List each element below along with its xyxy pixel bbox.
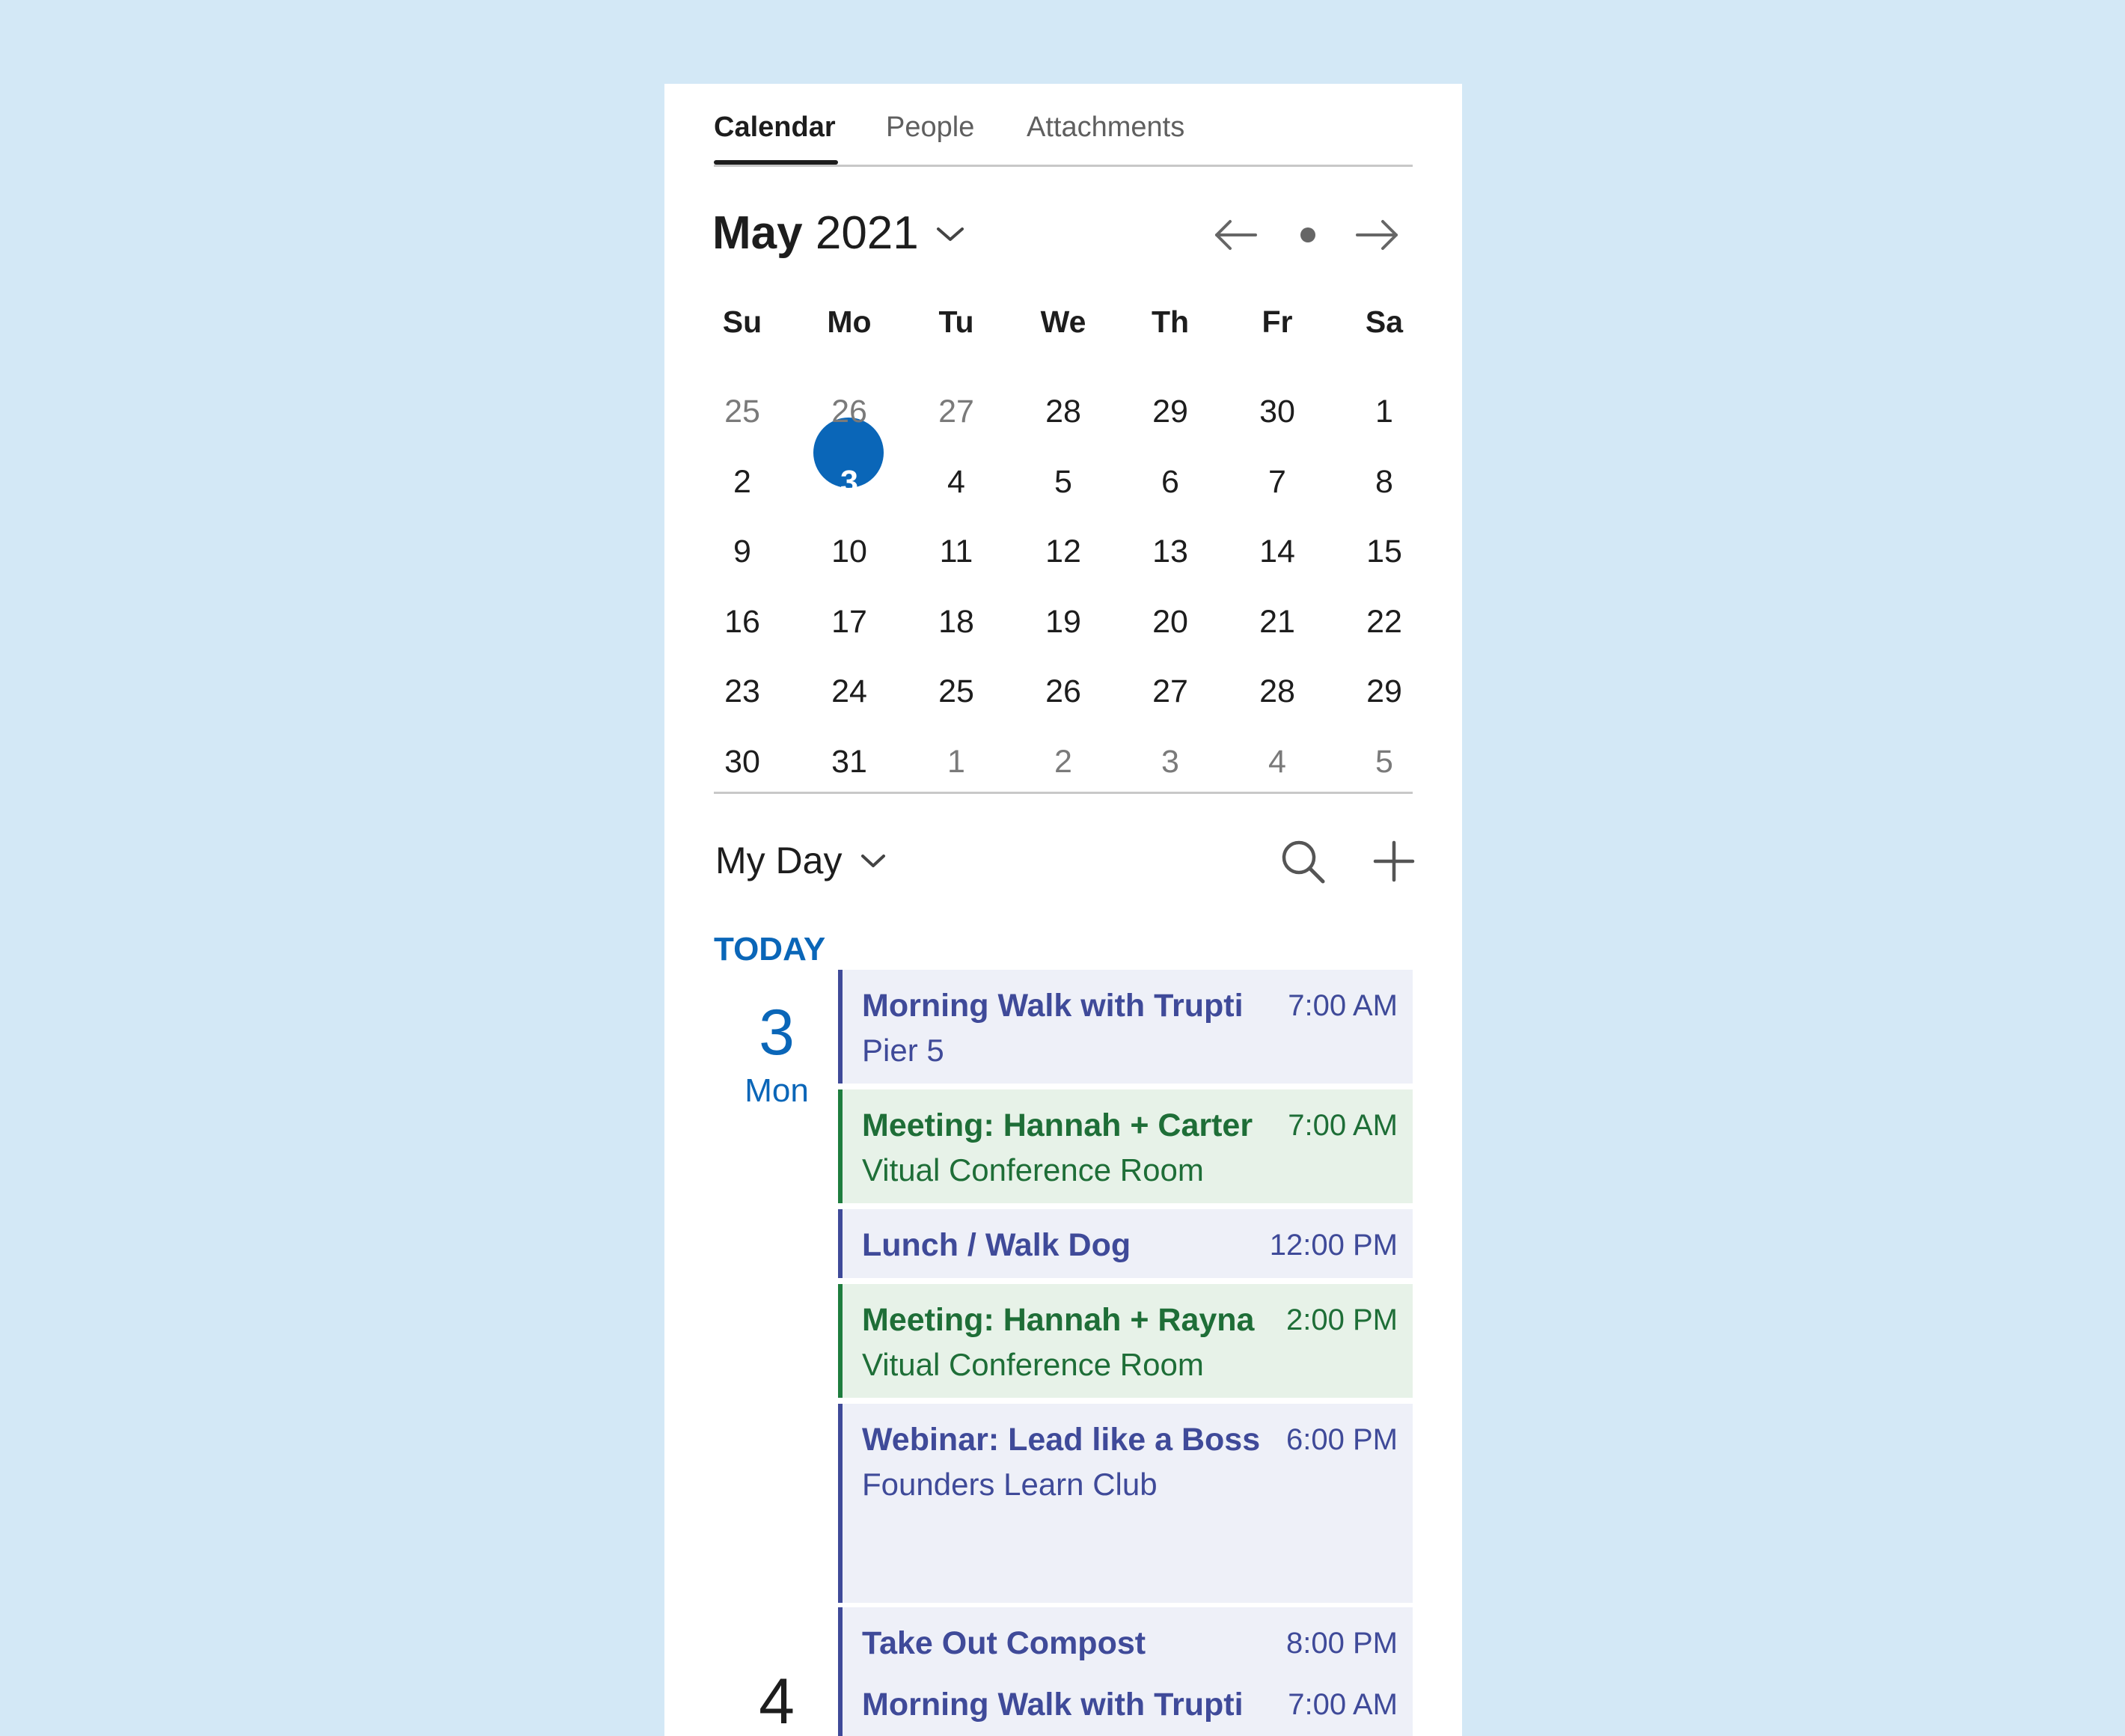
chevron-down-icon[interactable] — [934, 223, 967, 245]
event-title: Meeting: Hannah + Rayna — [862, 1302, 1255, 1338]
day-cell[interactable]: 13 — [1125, 522, 1215, 581]
month-selector[interactable]: May 2021 — [712, 204, 919, 263]
day-cell[interactable]: 7 — [1232, 452, 1322, 512]
day-cell[interactable]: 27 — [911, 382, 1001, 441]
day-cell[interactable]: 2 — [697, 452, 787, 512]
plus-icon[interactable] — [1368, 835, 1420, 887]
dot-icon[interactable] — [1300, 227, 1315, 242]
day-cell[interactable]: 21 — [1232, 592, 1322, 652]
event-time: 12:00 PM — [1269, 1229, 1398, 1262]
event-card[interactable]: Meeting: Hannah + Carter 7:00 AM Vitual … — [838, 1089, 1413, 1203]
day-cell[interactable]: 30 — [697, 732, 787, 792]
day-cell[interactable]: 25 — [697, 382, 787, 441]
event-card[interactable]: Meeting: Hannah + Rayna 2:00 PM Vitual C… — [838, 1284, 1413, 1398]
day-cell[interactable]: 31 — [804, 732, 894, 792]
day-cell[interactable]: 9 — [697, 522, 787, 581]
weekday-header: Su — [722, 305, 762, 339]
day-cell[interactable]: 24 — [804, 661, 894, 721]
day-cell[interactable]: 22 — [1339, 592, 1429, 652]
day-cell[interactable]: 29 — [1125, 382, 1215, 441]
weekday-header: Tu — [938, 305, 974, 339]
day-cell[interactable]: 5 — [1339, 732, 1429, 792]
arrow-right-icon[interactable] — [1353, 211, 1401, 259]
tabs-divider — [714, 165, 1413, 167]
day-cell[interactable]: 4 — [911, 452, 1001, 512]
tab-people[interactable]: People — [886, 106, 974, 148]
event-time: 7:00 AM — [1288, 1109, 1398, 1142]
day-cell[interactable]: 16 — [697, 592, 787, 652]
event-card[interactable]: Lunch / Walk Dog 12:00 PM — [838, 1209, 1413, 1278]
event-title: Meeting: Hannah + Carter — [862, 1107, 1253, 1143]
arrow-left-icon[interactable] — [1212, 211, 1260, 259]
weekday-header: We — [1040, 305, 1086, 339]
event-title: Lunch / Walk Dog — [862, 1227, 1131, 1263]
event-time: 6:00 PM — [1286, 1423, 1398, 1456]
calendar-divider — [714, 792, 1413, 794]
today-label: TODAY — [714, 931, 826, 968]
selected-day-cell[interactable]: 3 — [804, 452, 894, 512]
day-cell[interactable]: 15 — [1339, 522, 1429, 581]
day-cell[interactable]: 14 — [1232, 522, 1322, 581]
day-cell[interactable]: 27 — [1125, 661, 1215, 721]
event-location: Founders Learn Club — [862, 1467, 1158, 1502]
event-time: 7:00 AM — [1288, 1688, 1398, 1721]
agenda-weekday: Mon — [744, 1072, 809, 1109]
event-time: 8:00 PM — [1286, 1627, 1398, 1660]
day-cell[interactable]: 17 — [804, 592, 894, 652]
day-cell[interactable]: 1 — [1339, 382, 1429, 441]
event-title: Morning Walk with Trupti — [862, 1687, 1244, 1723]
day-cell[interactable]: 6 — [1125, 452, 1215, 512]
event-title: Webinar: Lead like a Boss — [862, 1422, 1261, 1458]
event-title: Morning Walk with Trupti — [862, 988, 1244, 1024]
event-card[interactable]: Morning Walk with Trupti 7:00 AM — [838, 1669, 1413, 1736]
day-cell[interactable]: 8 — [1339, 452, 1429, 512]
weekday-header: Th — [1151, 305, 1190, 339]
event-time: 2:00 PM — [1286, 1303, 1398, 1336]
day-cell[interactable]: 20 — [1125, 592, 1215, 652]
event-card[interactable]: Take Out Compost 8:00 PM — [838, 1607, 1413, 1678]
day-cell[interactable]: 1 — [911, 732, 1001, 792]
day-cell[interactable]: 12 — [1018, 522, 1108, 581]
chevron-down-icon[interactable] — [859, 852, 887, 871]
tab-attachments[interactable]: Attachments — [1027, 106, 1184, 148]
event-location: Vitual Conference Room — [862, 1152, 1204, 1188]
weekday-header: Sa — [1365, 305, 1404, 339]
day-cell[interactable]: 2 — [1018, 732, 1108, 792]
agenda-day-number: 4 — [759, 1666, 795, 1736]
event-time: 7:00 AM — [1288, 989, 1398, 1022]
weekday-header: Mo — [827, 305, 872, 339]
day-cell[interactable]: 26 — [1018, 661, 1108, 721]
calendar-panel: Calendar People Attachments May 2021 Su … — [664, 84, 1462, 1736]
weekday-header: Fr — [1262, 305, 1293, 339]
day-cell[interactable]: 10 — [804, 522, 894, 581]
day-cell[interactable]: 23 — [697, 661, 787, 721]
event-location: Pier 5 — [862, 1033, 944, 1068]
day-cell[interactable]: 3 — [1125, 732, 1215, 792]
tab-calendar[interactable]: Calendar — [714, 106, 836, 148]
day-cell[interactable]: 5 — [1018, 452, 1108, 512]
day-cell[interactable]: 29 — [1339, 661, 1429, 721]
year-label: 2021 — [815, 207, 919, 259]
event-card[interactable]: Morning Walk with Trupti 7:00 AM Pier 5 — [838, 970, 1413, 1084]
day-cell[interactable]: 18 — [911, 592, 1001, 652]
day-cell[interactable]: 4 — [1232, 732, 1322, 792]
day-cell[interactable]: 30 — [1232, 382, 1322, 441]
event-card[interactable]: Webinar: Lead like a Boss 6:00 PM Founde… — [838, 1404, 1413, 1603]
day-cell[interactable]: 28 — [1232, 661, 1322, 721]
event-title: Take Out Compost — [862, 1625, 1146, 1661]
my-day-selector[interactable]: My Day — [715, 831, 842, 890]
day-cell[interactable]: 19 — [1018, 592, 1108, 652]
day-cell[interactable]: 26 — [804, 382, 894, 441]
day-cell[interactable]: 25 — [911, 661, 1001, 721]
agenda-day-number: 3 — [759, 997, 795, 1069]
search-icon[interactable] — [1276, 835, 1329, 887]
day-cell[interactable]: 28 — [1018, 382, 1108, 441]
month-label: May — [712, 207, 803, 259]
event-location: Vitual Conference Room — [862, 1347, 1204, 1382]
day-cell[interactable]: 11 — [911, 522, 1001, 581]
